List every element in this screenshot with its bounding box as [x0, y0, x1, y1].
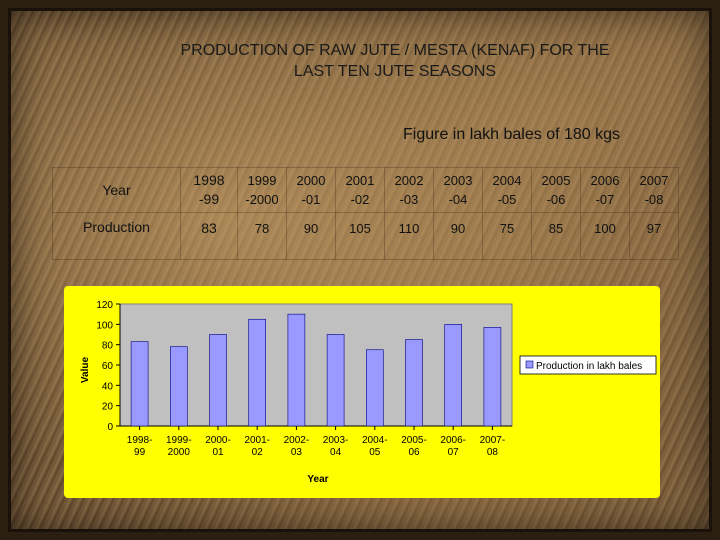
y-tick-label: 0	[107, 422, 113, 433]
x-tick-label: 2004-05	[362, 435, 388, 458]
y-tick-label: 100	[96, 320, 113, 331]
bar	[365, 349, 384, 427]
y-tick-label: 80	[102, 341, 114, 352]
x-tick-label: 2000-01	[205, 435, 231, 458]
legend-label: Production in lakh bales	[536, 361, 642, 372]
bar	[170, 346, 188, 427]
x-tick-label: 1998-99	[127, 435, 153, 458]
bar	[326, 334, 345, 427]
y-tick-label: 60	[102, 361, 114, 372]
y-tick-label: 120	[96, 300, 113, 311]
y-tick-label: 20	[102, 402, 114, 413]
production-bar-chart: 0 20 40 60 80 100 120 1998-99 1999-2000 2000-01 20…	[80, 300, 657, 485]
bar	[405, 339, 423, 427]
y-tick-label: 40	[102, 381, 114, 392]
bar	[209, 334, 227, 427]
x-tick-label: 2001-02	[244, 435, 270, 458]
x-axis-title: Year	[307, 474, 328, 485]
legend-swatch	[525, 360, 534, 369]
bar	[444, 324, 463, 427]
bar	[483, 327, 502, 427]
x-tick-label: 2006-07	[440, 435, 466, 458]
x-tick-label: 2005-06	[401, 435, 427, 458]
x-tick-label: 2003-04	[323, 435, 349, 458]
x-tick-label: 2002-03	[284, 435, 310, 458]
x-tick-label: 2007-08	[480, 435, 506, 458]
bar	[287, 313, 306, 427]
x-tick-label: 1999-2000	[166, 435, 192, 458]
bar	[130, 341, 149, 427]
bar	[248, 318, 266, 427]
y-axis-title: Value	[80, 357, 91, 384]
